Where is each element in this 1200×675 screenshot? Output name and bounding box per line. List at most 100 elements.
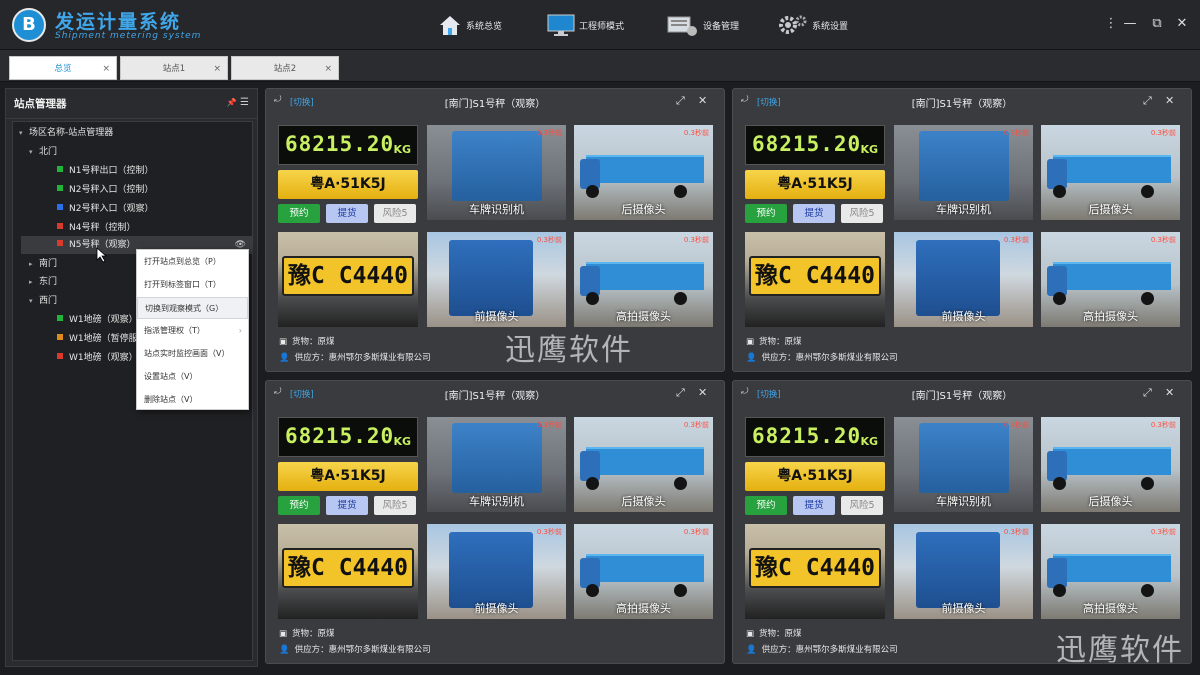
tree-group-west[interactable]: ▾ 西门 [29, 292, 57, 310]
truck-image [586, 447, 704, 475]
tree-root[interactable]: ▾ 场区名称-站点管理器 [19, 124, 113, 142]
watermark-text: 迅鹰软件 [1056, 633, 1184, 668]
panel-header: ⤾ [切换] [南门]S1号秤（观察） ⤢ ✕ [733, 89, 1191, 115]
plate-capture-image[interactable]: 豫C C4440 [745, 524, 885, 619]
close-icon[interactable]: ✕ [1165, 386, 1174, 399]
risk-badge[interactable]: 风险5 [841, 496, 883, 515]
close-icon[interactable]: ✕ [698, 94, 707, 107]
nav-engineer-mode[interactable]: 工程师模式 [547, 10, 624, 40]
reserve-button[interactable]: 预约 [278, 496, 320, 515]
supplier-text: 供应方：惠州鄂尔多斯煤业有限公司 [761, 353, 898, 363]
pickup-button[interactable]: 提货 [793, 496, 835, 515]
restore-button[interactable]: ⧉ [1149, 16, 1165, 32]
risk-badge[interactable]: 风险5 [374, 496, 416, 515]
tab-close-icon[interactable]: × [324, 57, 332, 81]
front-camera-view[interactable]: 0.3秒前 前摄像头 [427, 524, 566, 619]
expand-icon[interactable]: ⤢ [676, 386, 685, 400]
tree-site-n2-entry-observe[interactable]: N2号秤入口（观察） [57, 200, 153, 218]
tab-overview[interactable]: 总览 × [9, 56, 117, 80]
menu-open-in-tab[interactable]: 打开到标签窗口（T） [137, 274, 248, 296]
high-camera-view[interactable]: 0.3秒前 高拍摄像头 [574, 524, 713, 619]
gear-icon [779, 15, 807, 34]
front-camera-view[interactable]: 0.3秒前 前摄像头 [427, 232, 566, 327]
reserve-button[interactable]: 预约 [745, 204, 787, 223]
front-camera-view[interactable]: 0.3秒前 前摄像头 [894, 232, 1033, 327]
rear-camera-view[interactable]: 0.3秒前 后摄像头 [1041, 125, 1180, 220]
close-window-button[interactable]: ✕ [1174, 16, 1190, 32]
tree-label: N2号秤入口（观察） [69, 204, 154, 214]
front-camera-view[interactable]: 0.3秒前 前摄像头 [894, 524, 1033, 619]
tab-site2[interactable]: 站点2 × [231, 56, 339, 80]
high-camera-view[interactable]: 0.3秒前 高拍摄像头 [574, 232, 713, 327]
expand-icon[interactable]: ⤢ [1143, 94, 1152, 108]
rear-camera-view[interactable]: 0.3秒前 后摄像头 [574, 417, 713, 512]
timestamp: 0.3秒前 [536, 528, 562, 536]
camera-label: 后摄像头 [621, 203, 666, 216]
tree-site-n4[interactable]: N4号秤（控制） [57, 219, 135, 237]
close-icon[interactable]: ✕ [1165, 94, 1174, 107]
menu-assign-admin[interactable]: 指派管理权（T） › [137, 320, 248, 342]
plate-capture-image[interactable]: 豫C C4440 [278, 524, 418, 619]
plate-capture-image[interactable]: 豫C C4440 [278, 232, 418, 327]
nav-system-overview[interactable]: 系统总览 [438, 10, 502, 40]
high-camera-view[interactable]: 0.3秒前 高拍摄像头 [1041, 232, 1180, 327]
plate-camera-view[interactable]: 0.3秒前 车牌识别机 [427, 417, 566, 512]
menu-switch-observe-mode[interactable]: 切换到观察模式（G） [137, 297, 248, 319]
tree-group-north[interactable]: ▾ 北门 [29, 143, 57, 161]
plate-camera-view[interactable]: 0.3秒前 车牌识别机 [894, 125, 1033, 220]
plate-camera-view[interactable]: 0.3秒前 车牌识别机 [427, 125, 566, 220]
menu-open-in-overview[interactable]: 打开站点到总览（P） [137, 251, 248, 273]
tree-label: 西门 [39, 296, 58, 306]
scale-monitor-panel: ⤾ [切换] [南门]S1号秤（观察） ⤢ ✕ 68215.20 KG 粤A·5… [265, 88, 725, 372]
menu-site-settings[interactable]: 设置站点（V） [137, 366, 248, 388]
pin-icon[interactable]: 📌 [227, 98, 237, 107]
camera-label: 前摄像头 [941, 310, 986, 323]
timestamp: 0.3秒前 [1150, 528, 1176, 536]
list-menu-icon[interactable]: ☰ [240, 97, 249, 108]
tab-close-icon[interactable]: × [213, 57, 221, 81]
plate-capture-image[interactable]: 豫C C4440 [745, 232, 885, 327]
tree-site-n2-entry-control[interactable]: N2号秤入口（控制） [57, 181, 153, 199]
tree-label: N1号秤出口（控制） [69, 166, 154, 176]
tree-group-south[interactable]: ▸ 南门 [29, 255, 57, 273]
high-camera-view[interactable]: 0.3秒前 高拍摄像头 [1041, 524, 1180, 619]
tree-group-east[interactable]: ▸ 东门 [29, 273, 57, 291]
scale-monitor-panel: ⤾ [切换] [南门]S1号秤（观察） ⤢ ✕ 68215.20 KG 粤A·5… [732, 380, 1192, 664]
wheel-image [1141, 584, 1154, 597]
close-icon[interactable]: ✕ [698, 386, 707, 399]
minimize-button[interactable]: — [1122, 16, 1138, 32]
pickup-button[interactable]: 提货 [793, 204, 835, 223]
tab-close-icon[interactable]: × [102, 57, 110, 81]
plate-camera-view[interactable]: 0.3秒前 车牌识别机 [894, 417, 1033, 512]
panel-header: ⤾ [切换] [南门]S1号秤（观察） ⤢ ✕ [266, 381, 724, 407]
rear-camera-view[interactable]: 0.3秒前 后摄像头 [574, 125, 713, 220]
expand-icon[interactable]: ⤢ [1143, 386, 1152, 400]
status-square-icon [57, 185, 63, 191]
more-menu-button[interactable]: ⋮ [1103, 16, 1119, 32]
risk-badge[interactable]: 风险5 [374, 204, 416, 223]
tree-label: 北门 [39, 147, 58, 157]
reserve-button[interactable]: 预约 [745, 496, 787, 515]
menu-label: 指派管理权（T） [144, 326, 205, 335]
tree-site-w1-observe[interactable]: W1地磅（观察） [57, 311, 138, 329]
expand-arrow-icon: ▾ [19, 129, 23, 137]
tab-site1[interactable]: 站点1 × [120, 56, 228, 80]
expand-icon[interactable]: ⤢ [676, 94, 685, 108]
risk-badge[interactable]: 风险5 [841, 204, 883, 223]
nav-device-management[interactable]: 设备管理 [667, 10, 739, 40]
pickup-button[interactable]: 提货 [326, 204, 368, 223]
menu-delete-site[interactable]: 删除站点（V） [137, 389, 248, 411]
tree-site-w1-paused[interactable]: W1地磅（暂停服 [57, 330, 138, 348]
wheel-image [1053, 477, 1066, 490]
pickup-button[interactable]: 提货 [326, 496, 368, 515]
nav-system-settings[interactable]: 系统设置 [778, 10, 848, 40]
chevron-right-icon: › [238, 326, 242, 335]
tree-site-n1[interactable]: N1号秤出口（控制） [57, 162, 153, 180]
tree-site-w1-observe-2[interactable]: W1地磅（观察） [57, 349, 138, 367]
reserve-button[interactable]: 预约 [278, 204, 320, 223]
menu-live-monitor[interactable]: 站点实时监控画面（V） [137, 343, 248, 365]
weight-value: 68215.20 [752, 424, 862, 448]
license-plate: 粤A·51K5J [745, 170, 885, 199]
rear-camera-view[interactable]: 0.3秒前 后摄像头 [1041, 417, 1180, 512]
status-square-icon [57, 240, 63, 246]
